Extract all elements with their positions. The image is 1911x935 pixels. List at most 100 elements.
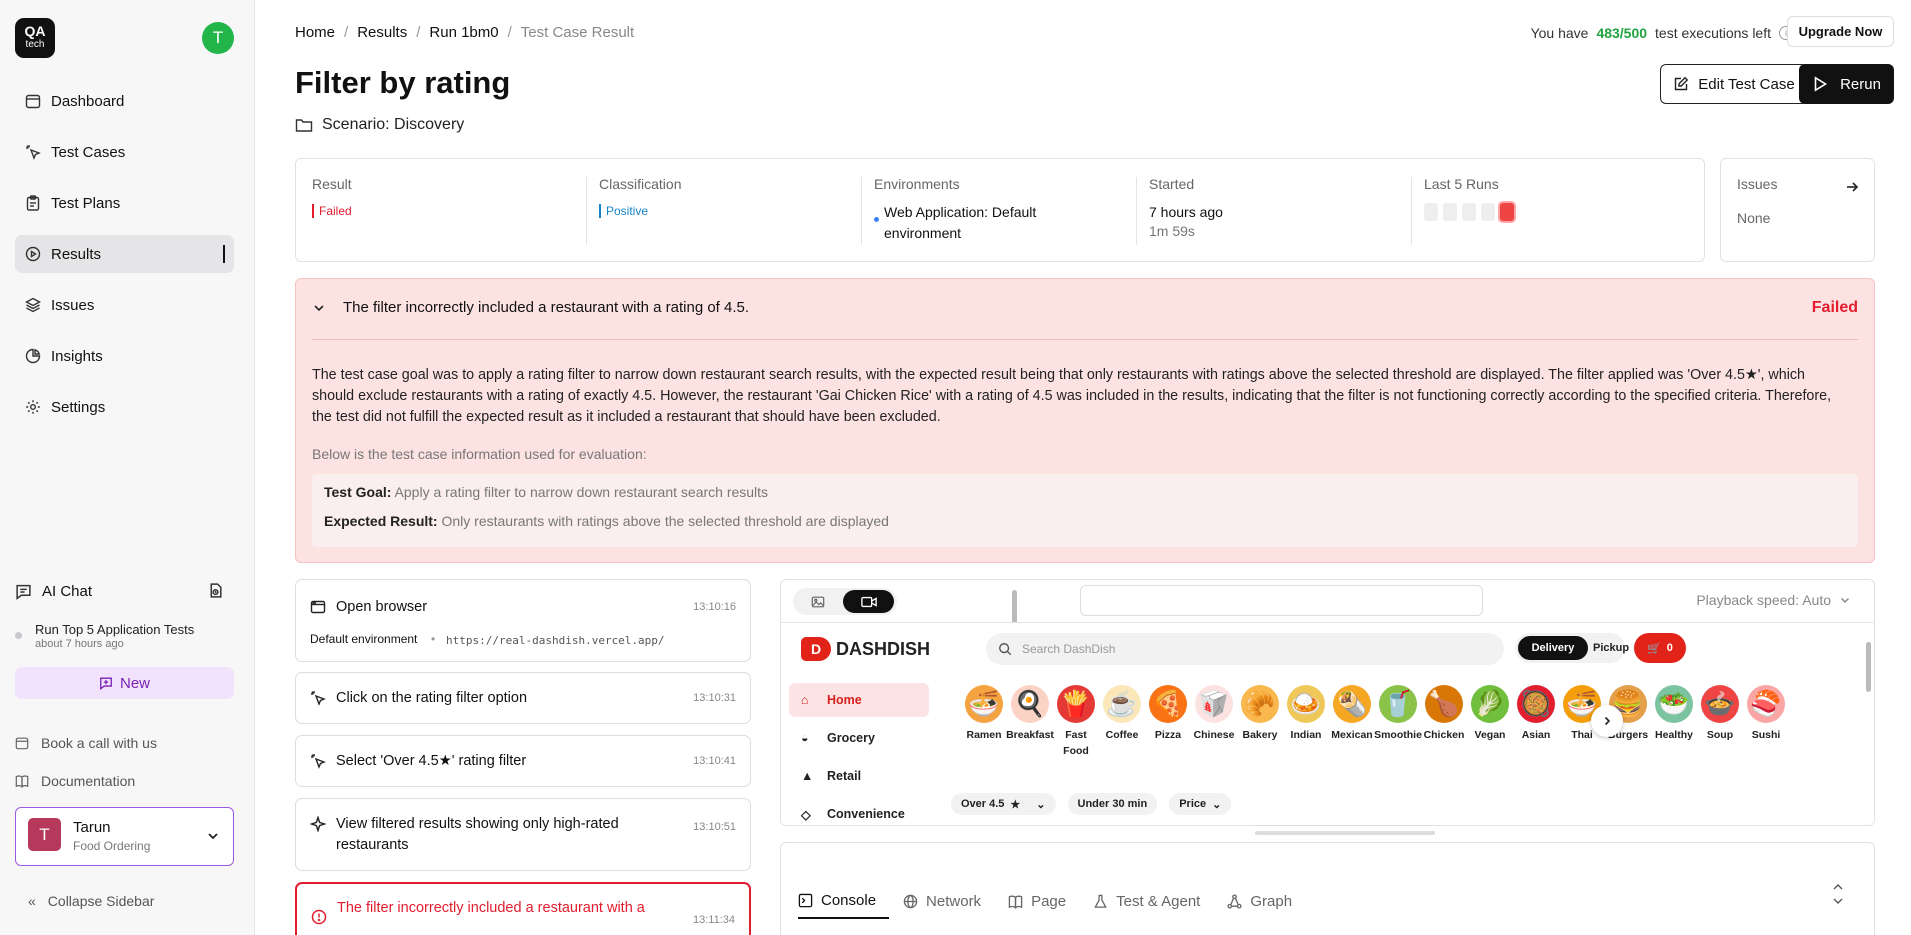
category-item: 🍲 Soup	[1696, 685, 1744, 743]
category-item: 🍗 Chicken	[1420, 685, 1468, 743]
step-title: Click on the rating filter option	[336, 690, 528, 706]
sidebar-item-test-plans[interactable]: Test Plans	[15, 184, 234, 222]
run-indicator[interactable]	[1443, 203, 1457, 221]
screenshot-mode-button[interactable]	[797, 591, 839, 612]
step-item[interactable]: Select 'Over 4.5★' rating filter 13:10:4…	[295, 735, 751, 787]
view-mode-toggle	[793, 588, 897, 615]
step-item[interactable]: Open browser 13:10:16 Default environmen…	[295, 579, 751, 662]
quota-value: 483/500	[1596, 25, 1648, 41]
dashdish-logo-mark: D	[801, 637, 831, 661]
dashdish-nav-retail: ▲ Retail	[801, 769, 862, 783]
issues-card[interactable]: Issues None	[1720, 158, 1875, 262]
category-label: Healthy	[1655, 729, 1693, 741]
resize-handle[interactable]	[1255, 831, 1435, 835]
replay-viewer: Playback speed: Auto D DASHDISH Search D…	[780, 579, 1875, 826]
step-environment: Default environment	[310, 632, 418, 646]
category-item: 🥗 Healthy	[1650, 685, 1698, 743]
chevron-down-icon	[208, 833, 218, 840]
test-case-info-box: Test Goal: Apply a rating filter to narr…	[312, 474, 1858, 547]
sidebar-item-issues[interactable]: Issues	[15, 286, 234, 324]
failure-explanation: The test case goal was to apply a rating…	[312, 367, 1832, 425]
category-image: 🌯	[1333, 685, 1371, 723]
step-item[interactable]: View filtered results showing only high-…	[295, 798, 751, 871]
classification-badge: Positive	[599, 204, 681, 218]
sidebar-item-test-cases[interactable]: Test Cases	[15, 133, 234, 171]
chat-history-icon[interactable]	[207, 582, 224, 599]
upgrade-button[interactable]: Upgrade Now	[1787, 16, 1894, 47]
classification-label: Classification	[599, 176, 682, 192]
dashdish-app-name: DASHDISH	[836, 638, 931, 659]
breadcrumb-separator: /	[416, 24, 421, 41]
sidebar-item-results[interactable]: Results	[15, 235, 234, 273]
category-label: Mexican	[1331, 729, 1373, 741]
edit-test-case-button[interactable]: Edit Test Case	[1660, 64, 1808, 104]
collapse-sidebar-button[interactable]: « Collapse Sidebar	[28, 893, 154, 909]
tab-console[interactable]: Console	[798, 883, 890, 919]
category-item: 🍛 Indian	[1282, 685, 1330, 743]
double-chevron-left-icon: «	[28, 893, 36, 909]
delivery-option: Delivery	[1518, 636, 1588, 660]
chat-time: about 7 hours ago	[35, 638, 124, 650]
book-call-link[interactable]: Book a call with us	[15, 733, 234, 753]
category-label: Chinese	[1193, 729, 1235, 741]
sidebar-item-insights[interactable]: Insights	[15, 337, 234, 375]
globe-icon	[903, 894, 918, 908]
sidebar-item-dashboard[interactable]: Dashboard	[15, 82, 234, 120]
layers-icon	[25, 297, 41, 313]
replay-url-field[interactable]	[1080, 585, 1483, 616]
category-image: 🍲	[1701, 685, 1739, 723]
expand-collapse-icon[interactable]	[1832, 881, 1844, 907]
rerun-button[interactable]: Rerun	[1799, 64, 1894, 104]
breadcrumb-results[interactable]: Results	[357, 24, 407, 41]
user-avatar[interactable]: T	[202, 22, 234, 54]
step-item[interactable]: Click on the rating filter option 13:10:…	[295, 672, 751, 724]
video-icon	[860, 596, 877, 607]
environment-value[interactable]: Web Application: Default environment	[874, 202, 1084, 244]
replay-scrollbar[interactable]	[1866, 632, 1872, 817]
category-label: Ramen	[966, 729, 1002, 741]
tab-graph[interactable]: Graph	[1227, 883, 1305, 919]
arrow-right-icon[interactable]	[1844, 179, 1860, 195]
category-item: 🥘 Asian	[1512, 685, 1560, 743]
chat-history-item[interactable]: Run Top 5 Application Tests about 7 hour…	[15, 622, 234, 650]
dashdish-nav-convenience: ◇ Convenience	[801, 807, 905, 822]
failure-details-panel: The filter incorrectly included a restau…	[295, 278, 1875, 563]
alert-circle-icon	[311, 909, 327, 925]
new-chat-button[interactable]: New	[15, 667, 234, 699]
pointer-click-icon	[311, 691, 326, 706]
step-url[interactable]: https://real-dashdish.vercel.app/	[446, 630, 665, 651]
replay-scrollbar-thumb[interactable]	[1866, 642, 1871, 692]
breadcrumb-home[interactable]: Home	[295, 24, 335, 41]
breadcrumb-run[interactable]: Run 1bm0	[429, 24, 498, 41]
result-status-badge: Failed	[312, 204, 352, 218]
bullet-separator: •	[431, 632, 436, 646]
calendar-icon	[25, 94, 41, 109]
tab-network[interactable]: Network	[903, 883, 994, 919]
search-icon	[999, 643, 1012, 656]
dashdish-filters: Over 4.5 ★ ⌄ Under 30 min Price ⌄	[951, 793, 1232, 815]
category-item: 🥡 Chinese	[1190, 685, 1238, 743]
category-image: 🍛	[1287, 685, 1325, 723]
divider	[586, 177, 587, 245]
step-title: The filter incorrectly included a restau…	[337, 900, 645, 916]
run-indicator[interactable]	[1424, 203, 1438, 221]
run-indicator-failed[interactable]	[1500, 203, 1514, 221]
book-call-label: Book a call with us	[41, 735, 157, 751]
cart-badge: 🛒 0	[1634, 633, 1686, 663]
devtools-panel: Console Network Page Test & Agent Graph	[780, 842, 1875, 935]
playback-speed-select[interactable]: Playback speed: Auto	[1696, 592, 1851, 608]
sidebar-item-settings[interactable]: Settings	[15, 388, 234, 426]
failure-headline[interactable]: The filter incorrectly included a restau…	[312, 299, 749, 316]
workspace-switcher[interactable]: T Tarun Food Ordering	[15, 807, 234, 866]
tab-test-agent[interactable]: Test & Agent	[1093, 883, 1213, 919]
step-item-error[interactable]: The filter incorrectly included a restau…	[295, 882, 751, 935]
video-mode-button[interactable]	[843, 590, 894, 613]
qa-tech-logo[interactable]: QA tech	[15, 18, 55, 58]
run-indicator[interactable]	[1462, 203, 1476, 221]
run-indicator[interactable]	[1481, 203, 1495, 221]
documentation-link[interactable]: Documentation	[15, 771, 234, 791]
tab-page[interactable]: Page	[1008, 883, 1079, 919]
home-icon: ⌂	[801, 693, 809, 707]
chat-bubble-icon	[16, 584, 31, 600]
step-title: Select 'Over 4.5★' rating filter	[336, 753, 527, 769]
